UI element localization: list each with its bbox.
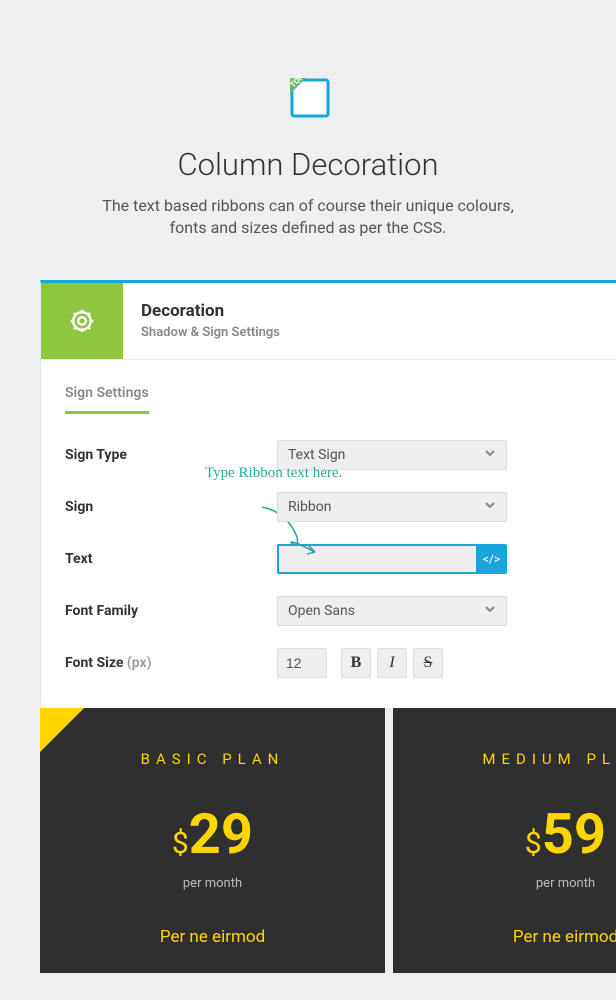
chevron-down-icon [484,603,496,619]
hero-icon: TOP [0,0,616,124]
label-font-size: Font Size (px) [65,655,277,671]
price-card-basic: BASIC PLAN $29 per month Per ne eirmod [40,708,385,973]
plan-feature: Per ne eirmod [40,927,385,947]
select-sign[interactable]: Ribbon [277,492,507,522]
select-font-family[interactable]: Open Sans [277,596,507,626]
gear-icon [41,283,123,359]
label-text: Text [65,551,277,567]
pricing-cards: BASIC PLAN $29 per month Per ne eirmod M… [40,708,616,973]
plan-period: per month [393,876,616,891]
chevron-down-icon [484,447,496,463]
label-sign: Sign [65,499,277,515]
plan-price: $29 [40,806,385,862]
panel-subtitle: Shadow & Sign Settings [141,325,280,340]
plan-feature: Per ne eirmod [393,927,616,947]
label-font-family: Font Family [65,603,277,619]
settings-panel: Decoration Shadow & Sign Settings Sign S… [40,280,616,708]
code-button[interactable]: </> [476,544,507,574]
plan-name: MEDIUM PLAN [393,750,616,768]
select-sign-type[interactable]: Text Sign [277,440,507,470]
tab-sign-settings[interactable]: Sign Settings [65,385,149,414]
panel-header: Decoration Shadow & Sign Settings [41,283,616,360]
code-icon: </> [483,552,500,566]
plan-period: per month [40,876,385,891]
label-sign-type: Sign Type [65,447,277,463]
text-input[interactable] [277,544,476,574]
plan-name: BASIC PLAN [40,750,385,768]
page-subtitle: The text based ribbons can of course the… [0,195,616,240]
panel-title: Decoration [141,301,280,321]
plan-price: $59 [393,806,616,862]
price-card-medium: MEDIUM PLAN $59 per month Per ne eirmod [393,708,616,973]
italic-button[interactable]: I [377,648,407,678]
page-title: Column Decoration [0,146,616,183]
font-size-input[interactable] [277,648,327,678]
bold-button[interactable]: B [341,648,371,678]
chevron-down-icon [484,499,496,515]
strikethrough-button[interactable]: S [413,648,443,678]
